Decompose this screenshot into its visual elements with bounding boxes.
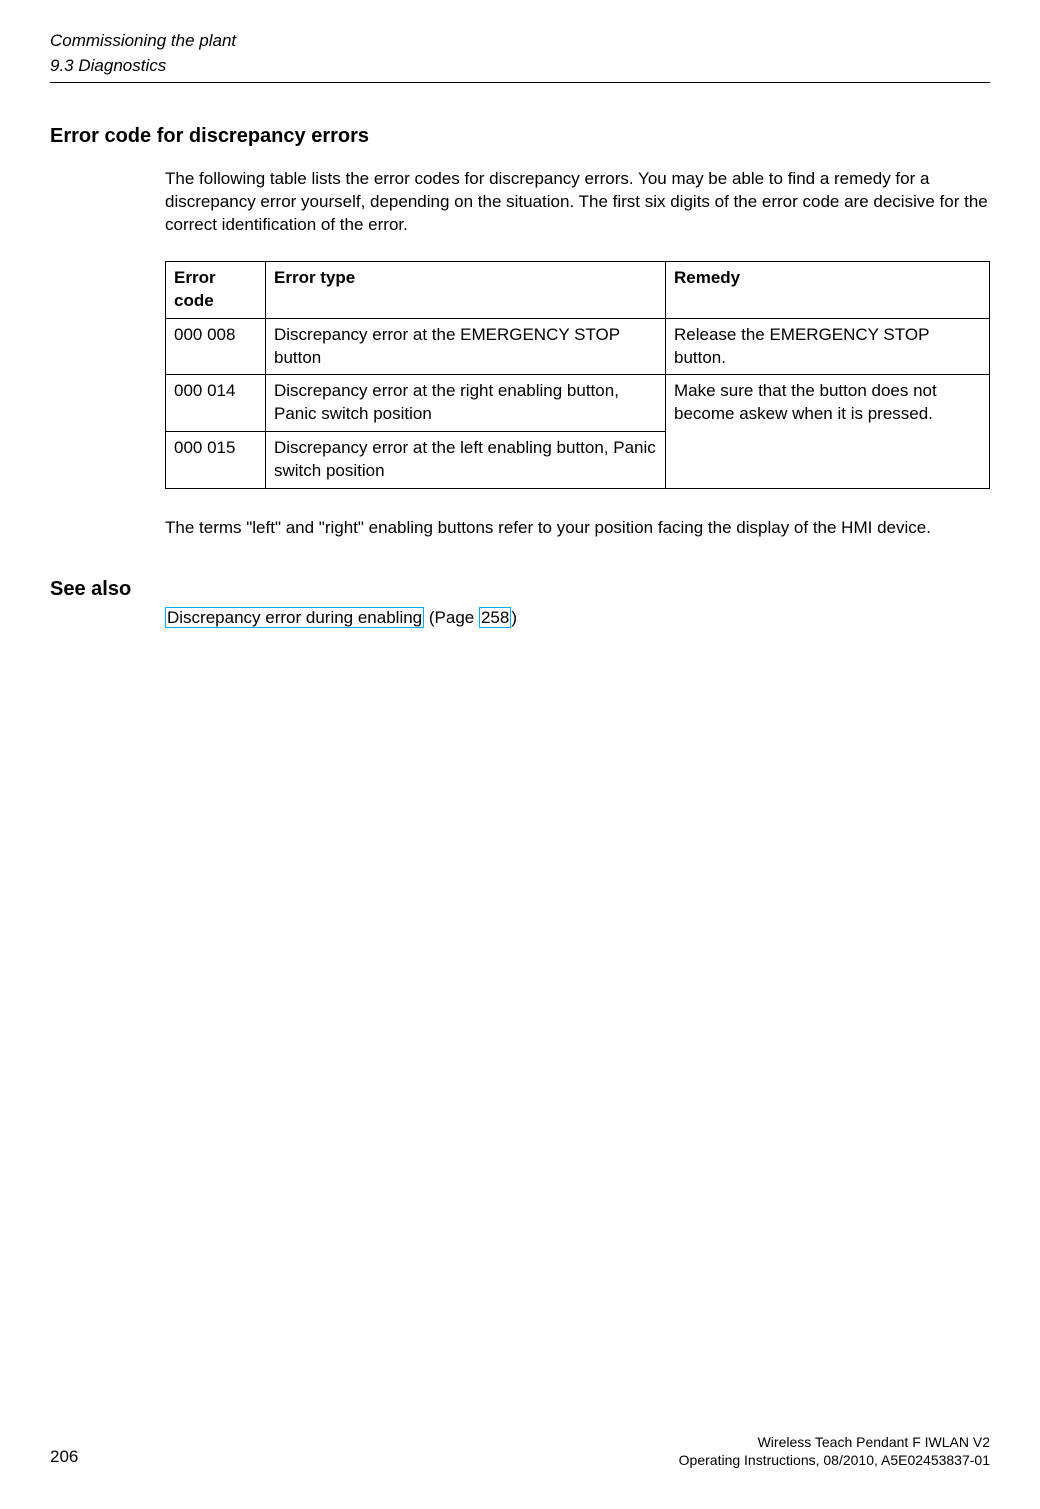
cell-remedy: Make sure that the button does not becom… (666, 375, 990, 489)
page-number-link[interactable]: 258 (479, 607, 511, 628)
page-footer: Wireless Teach Pendant F IWLAN V2 Operat… (50, 1433, 990, 1469)
table-row: 000 014 Discrepancy error at the right e… (166, 375, 990, 432)
header-section: 9.3 Diagnostics (50, 55, 990, 78)
cell-error-code: 000 015 (166, 432, 266, 489)
table-header-row: Error code Error type Remedy (166, 261, 990, 318)
see-also-heading: See also (50, 576, 990, 603)
note-paragraph: The terms "left" and "right" enabling bu… (165, 517, 990, 540)
header-chapter: Commissioning the plant (50, 30, 990, 53)
th-error-type: Error type (266, 261, 666, 318)
cell-error-type: Discrepancy error at the left enabling b… (266, 432, 666, 489)
table-row: 000 008 Discrepancy error at the EMERGEN… (166, 318, 990, 375)
cell-error-type: Discrepancy error at the right enabling … (266, 375, 666, 432)
footer-page-number: 206 (50, 1446, 78, 1469)
error-code-table: Error code Error type Remedy 000 008 Dis… (165, 261, 990, 490)
cell-error-code: 000 014 (166, 375, 266, 432)
header-rule (50, 82, 990, 83)
cell-remedy: Release the EMERGENCY STOP button. (666, 318, 990, 375)
page-prefix: (Page (424, 608, 479, 627)
page-suffix: ) (511, 608, 517, 627)
cell-error-code: 000 008 (166, 318, 266, 375)
see-also-line: Discrepancy error during enabling (Page … (165, 607, 990, 630)
cell-error-type: Discrepancy error at the EMERGENCY STOP … (266, 318, 666, 375)
th-error-code: Error code (166, 261, 266, 318)
footer-doc-title: Wireless Teach Pendant F IWLAN V2 (50, 1433, 990, 1451)
footer-doc-info: Operating Instructions, 08/2010, A5E0245… (50, 1451, 990, 1469)
error-code-heading: Error code for discrepancy errors (50, 123, 990, 150)
th-remedy: Remedy (666, 261, 990, 318)
discrepancy-error-link[interactable]: Discrepancy error during enabling (165, 607, 424, 628)
intro-paragraph: The following table lists the error code… (165, 168, 990, 237)
